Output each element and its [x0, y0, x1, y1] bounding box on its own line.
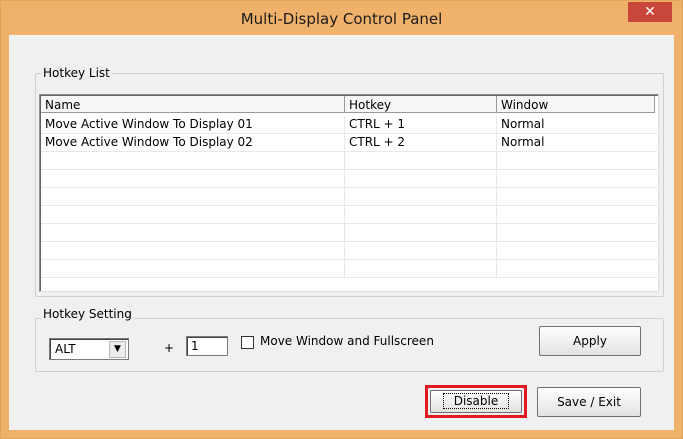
column-header-window[interactable]: Window	[497, 96, 655, 113]
chevron-down-icon[interactable]: ▼	[109, 341, 126, 358]
column-header-hotkey-label: Hotkey	[349, 98, 392, 112]
close-button[interactable]: ✕	[628, 2, 672, 22]
list-header: Name Hotkey Window	[41, 96, 657, 114]
apply-button[interactable]: Apply	[539, 326, 641, 356]
apply-button-label: Apply	[573, 334, 607, 348]
column-header-window-label: Window	[501, 98, 549, 112]
disable-button-label: Disable	[442, 393, 510, 409]
modifier-select-value: ALT	[55, 342, 76, 356]
empty-row	[41, 152, 657, 170]
hotkey-list-view[interactable]: Name Hotkey Window Move Active Window To…	[39, 94, 659, 292]
close-icon: ✕	[644, 4, 656, 20]
row-window: Normal	[501, 117, 545, 131]
empty-row	[41, 260, 657, 278]
row-hotkey: CTRL + 2	[345, 134, 497, 151]
row-hotkey: CTRL + 1	[345, 116, 497, 133]
empty-row	[41, 170, 657, 188]
plus-sign: +	[164, 341, 175, 355]
row-window: Normal	[501, 135, 545, 149]
hotkey-list-group-label: Hotkey List	[41, 66, 112, 80]
row-name: Move Active Window To Display 02	[41, 134, 345, 151]
column-header-name-label: Name	[45, 98, 81, 112]
column-header-hotkey[interactable]: Hotkey	[345, 96, 497, 113]
hotkey-setting-group-label: Hotkey Setting	[41, 307, 134, 321]
column-header-name[interactable]: Name	[41, 96, 345, 113]
list-rows: Move Active Window To Display 01 CTRL + …	[41, 116, 657, 290]
window-title: Multi-Display Control Panel	[240, 10, 443, 28]
save-exit-button-label: Save / Exit	[557, 395, 621, 409]
empty-row	[41, 188, 657, 206]
fullscreen-checkbox-label[interactable]: Move Window and Fullscreen	[260, 334, 434, 348]
list-item[interactable]: Move Active Window To Display 02 CTRL + …	[41, 134, 657, 152]
empty-row	[41, 206, 657, 224]
list-item[interactable]: Move Active Window To Display 01 CTRL + …	[41, 116, 657, 134]
modifier-select[interactable]: ALT ▼	[49, 338, 129, 360]
hotkey-key-input[interactable]	[186, 336, 228, 356]
empty-row	[41, 224, 657, 242]
disable-button[interactable]: Disable	[430, 390, 522, 413]
title-bar[interactable]: Multi-Display Control Panel ✕	[1, 1, 682, 35]
fullscreen-checkbox[interactable]	[241, 336, 254, 349]
empty-row	[41, 242, 657, 260]
save-exit-button[interactable]: Save / Exit	[537, 387, 641, 417]
row-name: Move Active Window To Display 01	[41, 116, 345, 133]
